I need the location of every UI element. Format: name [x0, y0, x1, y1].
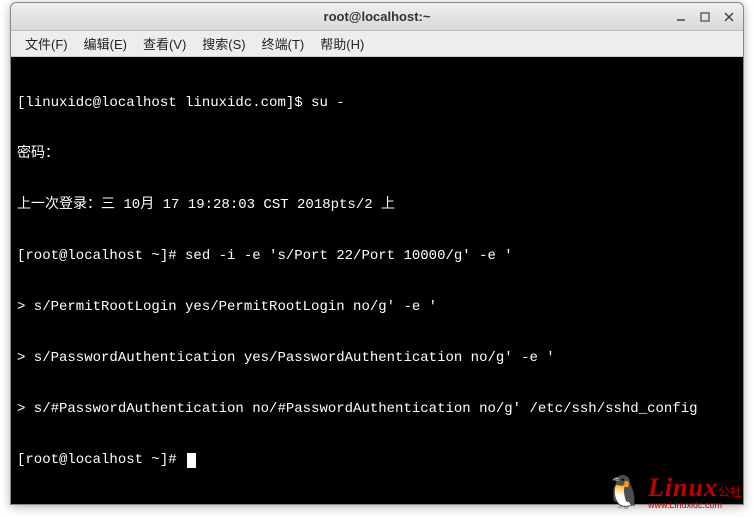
terminal-prompt: [root@localhost ~]#: [17, 452, 737, 469]
terminal-output[interactable]: [linuxidc@localhost linuxidc.com]$ su - …: [11, 57, 743, 504]
menu-search[interactable]: 搜索(S): [194, 31, 253, 56]
menu-help[interactable]: 帮助(H): [312, 31, 372, 56]
maximize-button[interactable]: [697, 9, 713, 25]
terminal-line: > s/PasswordAuthentication yes/PasswordA…: [17, 350, 737, 367]
menu-file[interactable]: 文件(F): [17, 31, 76, 56]
menu-view[interactable]: 查看(V): [135, 31, 194, 56]
close-button[interactable]: [721, 9, 737, 25]
terminal-line: 上一次登录：三 10月 17 19:28:03 CST 2018pts/2 上: [17, 197, 737, 214]
terminal-line: [linuxidc@localhost linuxidc.com]$ su -: [17, 95, 737, 112]
terminal-line: > s/#PasswordAuthentication no/#Password…: [17, 401, 737, 418]
menu-terminal[interactable]: 终端(T): [254, 31, 313, 56]
minimize-button[interactable]: [673, 9, 689, 25]
logo-url: www.Linuxidc.com: [648, 501, 742, 510]
prompt-text: [root@localhost ~]#: [17, 452, 185, 468]
window-title: root@localhost:~: [324, 9, 431, 24]
terminal-window: root@localhost:~ 文件(F) 编辑(E) 查看(V) 搜索(S)…: [10, 2, 744, 505]
window-controls: [673, 9, 737, 25]
cursor: [187, 453, 196, 468]
logo-suffix: 公社: [718, 485, 742, 499]
logo-text: Linux: [648, 473, 718, 502]
watermark: 🐧 Linux公社 www.Linuxidc.com: [604, 473, 742, 511]
terminal-line: > s/PermitRootLogin yes/PermitRootLogin …: [17, 299, 737, 316]
menu-edit[interactable]: 编辑(E): [76, 31, 135, 56]
titlebar[interactable]: root@localhost:~: [11, 3, 743, 31]
tux-icon: 🐧: [604, 473, 644, 511]
terminal-line: [root@localhost ~]# sed -i -e 's/Port 22…: [17, 248, 737, 265]
menubar: 文件(F) 编辑(E) 查看(V) 搜索(S) 终端(T) 帮助(H): [11, 31, 743, 57]
terminal-line: 密码：: [17, 146, 737, 163]
watermark-text: Linux公社 www.Linuxidc.com: [648, 475, 742, 510]
